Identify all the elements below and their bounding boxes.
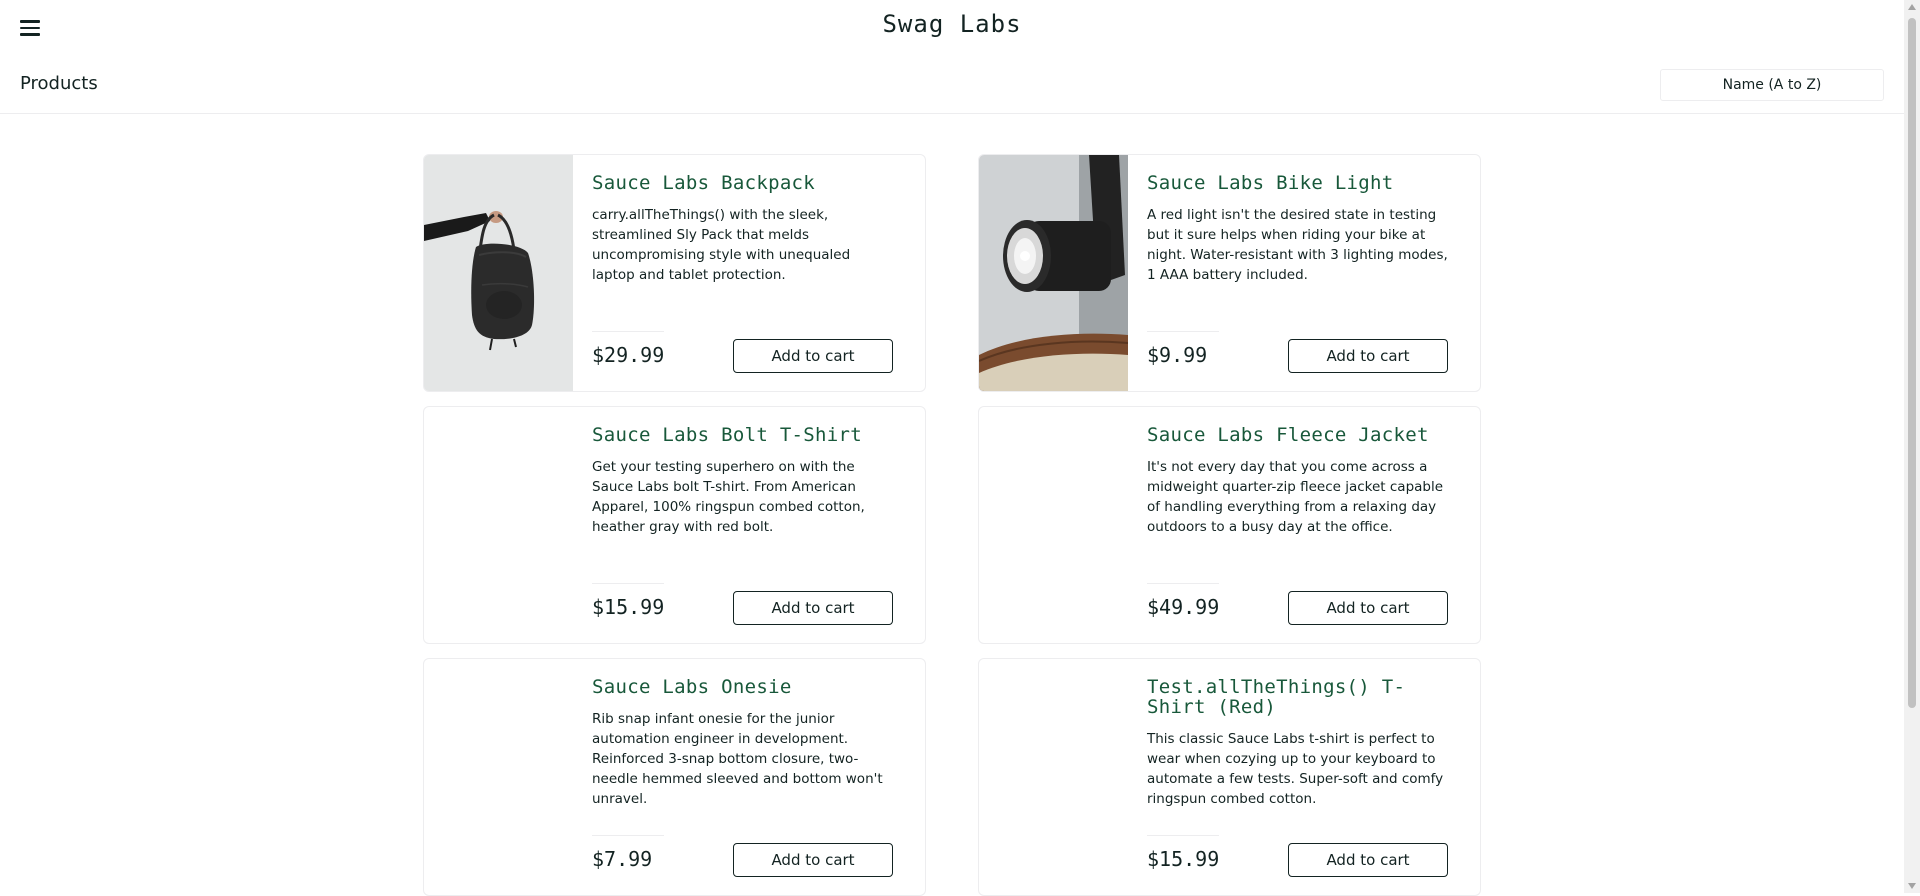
item-name-link[interactable]: Sauce Labs Onesie <box>592 677 897 697</box>
item-body: Sauce Labs Bolt T-Shirt Get your testing… <box>592 407 897 537</box>
product-image-placeholder[interactable] <box>424 407 573 643</box>
item-description: Rib snap infant onesie for the junior au… <box>592 711 883 807</box>
scroll-up-icon[interactable] <box>1908 4 1916 10</box>
divider <box>1147 583 1219 584</box>
divider <box>592 583 664 584</box>
secondary-header: Products Name (A to Z) <box>0 57 1904 114</box>
page-title: Products <box>20 73 98 94</box>
divider <box>1147 331 1219 332</box>
product-image-bike-light[interactable] <box>979 155 1128 391</box>
add-to-cart-button[interactable]: Add to cart <box>1288 843 1448 877</box>
item-description: Get your testing superhero on with the S… <box>592 459 865 535</box>
item-name-link[interactable]: Test.allTheThings() T-Shirt (Red) <box>1147 677 1452 717</box>
product-image-backpack[interactable] <box>424 155 573 391</box>
divider <box>1147 835 1219 836</box>
inventory-item: Sauce Labs Onesie Rib snap infant onesie… <box>423 658 926 896</box>
item-price: $49.99 <box>1147 595 1220 619</box>
item-name-link[interactable]: Sauce Labs Fleece Jacket <box>1147 425 1452 445</box>
item-body: Sauce Labs Fleece Jacket It's not every … <box>1147 407 1452 537</box>
add-to-cart-button[interactable]: Add to cart <box>1288 591 1448 625</box>
vertical-scrollbar[interactable] <box>1904 0 1920 893</box>
item-name-link[interactable]: Sauce Labs Backpack <box>592 173 897 193</box>
app-header: Swag Labs <box>0 0 1904 58</box>
add-to-cart-button[interactable]: Add to cart <box>733 339 893 373</box>
item-price: $7.99 <box>592 847 653 871</box>
add-to-cart-button[interactable]: Add to cart <box>1288 339 1448 373</box>
product-image-placeholder[interactable] <box>424 659 573 895</box>
inventory-item: Test.allTheThings() T-Shirt (Red) This c… <box>978 658 1481 896</box>
divider <box>592 835 664 836</box>
item-body: Sauce Labs Backpack carry.allTheThings()… <box>592 155 897 285</box>
item-description: carry.allTheThings() with the sleek, str… <box>592 207 851 283</box>
scrollbar-thumb[interactable] <box>1908 18 1916 708</box>
inventory-item: Sauce Labs Fleece Jacket It's not every … <box>978 406 1481 644</box>
item-price: $29.99 <box>592 343 665 367</box>
item-description: A red light isn't the desired state in t… <box>1147 207 1448 283</box>
item-body: Test.allTheThings() T-Shirt (Red) This c… <box>1147 659 1452 809</box>
item-price: $15.99 <box>592 595 665 619</box>
item-description: It's not every day that you come across … <box>1147 459 1444 535</box>
item-price: $9.99 <box>1147 343 1208 367</box>
add-to-cart-button[interactable]: Add to cart <box>733 591 893 625</box>
app-logo: Swag Labs <box>882 10 1022 38</box>
inventory-item: Sauce Labs Bolt T-Shirt Get your testing… <box>423 406 926 644</box>
item-body: Sauce Labs Bike Light A red light isn't … <box>1147 155 1452 285</box>
divider <box>592 331 664 332</box>
item-body: Sauce Labs Onesie Rib snap infant onesie… <box>592 659 897 809</box>
product-sort-select[interactable]: Name (A to Z) <box>1660 69 1884 101</box>
item-name-link[interactable]: Sauce Labs Bike Light <box>1147 173 1452 193</box>
add-to-cart-button[interactable]: Add to cart <box>733 843 893 877</box>
scroll-down-icon[interactable] <box>1908 883 1916 889</box>
inventory-item: Sauce Labs Backpack carry.allTheThings()… <box>423 154 926 392</box>
item-description: This classic Sauce Labs t-shirt is perfe… <box>1147 731 1444 807</box>
product-image-placeholder[interactable] <box>979 659 1128 895</box>
product-image-placeholder[interactable] <box>979 407 1128 643</box>
inventory-item: Sauce Labs Bike Light A red light isn't … <box>978 154 1481 392</box>
inventory-list: Sauce Labs Backpack carry.allTheThings()… <box>423 154 1483 896</box>
item-price: $15.99 <box>1147 847 1220 871</box>
item-name-link[interactable]: Sauce Labs Bolt T-Shirt <box>592 425 897 445</box>
